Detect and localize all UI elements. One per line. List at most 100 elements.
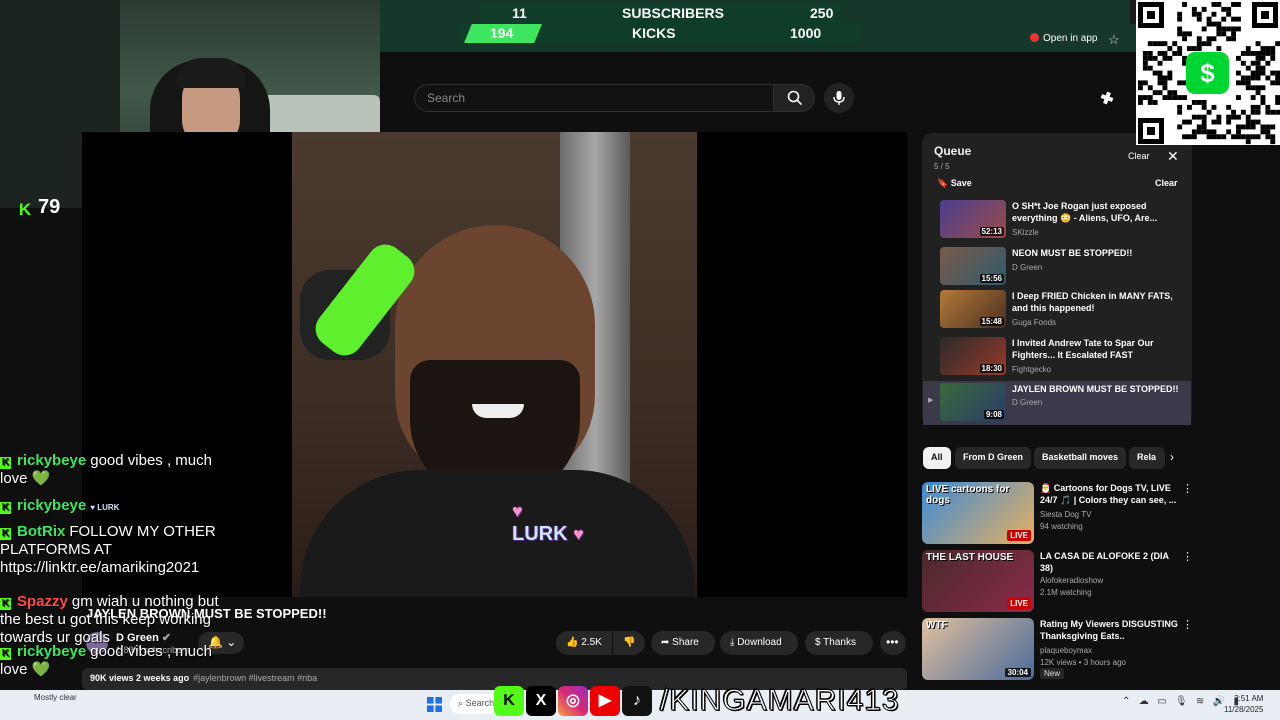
chip-from-channel[interactable]: From D Green [955, 447, 1032, 469]
qr-module [1177, 95, 1183, 100]
qr-module [1162, 80, 1168, 86]
taskbar-clock[interactable]: 2:51 AM 11/28/2025 [1224, 693, 1263, 715]
qr-module [1196, 100, 1202, 105]
queue-save-button[interactable]: 🔖 Save [937, 178, 972, 189]
qr-module [1177, 46, 1183, 51]
qr-module [1172, 41, 1178, 47]
chip-all[interactable]: All [923, 447, 951, 469]
qr-module [1260, 55, 1266, 61]
more-actions-button[interactable]: ••• [880, 631, 906, 655]
qr-module [1201, 41, 1207, 47]
qr-module [1245, 124, 1251, 130]
download-button[interactable]: ⤓ Download [720, 631, 798, 655]
qr-module [1240, 60, 1246, 66]
chevron-right-icon[interactable]: › [1170, 450, 1174, 464]
voice-search-button[interactable] [824, 83, 854, 113]
queue-item[interactable]: 52:13 O SH*t Joe Rogan just exposed every… [923, 198, 1191, 244]
bookmark-star-icon[interactable]: ☆ [1108, 32, 1120, 48]
qr-finder-top-left [1138, 2, 1164, 28]
like-button[interactable]: 👍 2.5K [556, 631, 612, 655]
queue-save-label: Save [950, 178, 972, 188]
qr-module [1240, 124, 1246, 130]
more-vertical-icon[interactable]: ⋮ [1182, 550, 1193, 563]
qr-module [1162, 41, 1168, 47]
qr-module [1270, 139, 1276, 145]
qr-module [1216, 21, 1222, 27]
qr-module [1157, 41, 1163, 47]
search-input[interactable]: Search [414, 84, 774, 112]
chat-username: rickybeye [17, 643, 87, 660]
queue-item[interactable]: 15:56 NEON MUST BE STOPPED!! D Green [923, 245, 1191, 291]
taskbar-search-label: Search [465, 698, 495, 708]
qr-module [1240, 51, 1246, 56]
qr-module [1250, 104, 1256, 110]
share-button[interactable]: ➦ Share [651, 631, 715, 655]
qr-module [1157, 70, 1163, 76]
queue-clear-top-button[interactable]: Clear [1128, 151, 1150, 161]
qr-module [1196, 46, 1202, 51]
thanks-label: Thanks [823, 637, 856, 648]
qr-module [1182, 134, 1187, 140]
qr-module [1226, 6, 1232, 12]
thanks-button[interactable]: $ Thanks [805, 631, 873, 655]
qr-module [1255, 65, 1261, 71]
microphone-icon: 🎙 [1174, 696, 1188, 707]
qr-module [1236, 95, 1241, 100]
queue-item[interactable]: 18:30 I Invited Andrew Tate to Spar Our F… [923, 335, 1191, 381]
qr-module [1231, 109, 1236, 115]
qr-module [1260, 100, 1266, 105]
qr-module [1211, 21, 1217, 27]
chat-message: Krickybeye good vibes , much love 💚 [0, 452, 240, 488]
more-horizontal-icon: ••• [886, 635, 899, 649]
bookmark-icon: 🔖 [937, 178, 949, 188]
live-badge: LIVE [1007, 530, 1031, 541]
qr-module [1275, 100, 1280, 105]
qr-module [1231, 16, 1236, 22]
open-in-app-button[interactable]: Open in app [1030, 33, 1098, 44]
search-icon: ⌕ [458, 698, 464, 708]
qr-module [1206, 129, 1212, 135]
qr-module [1221, 6, 1227, 12]
qr-module [1226, 119, 1232, 125]
qr-module [1191, 11, 1197, 17]
search-button[interactable] [773, 84, 815, 112]
qr-module [1221, 16, 1227, 22]
weather-widget[interactable]: Mostly clear [34, 693, 77, 702]
system-tray[interactable]: ⌃ ☁ ▭ 🎙 ≋ 🔊 ▮ [1122, 696, 1239, 707]
queue-item[interactable]: ▶ 9:08 JAYLEN BROWN MUST BE STOPPED!! D Gre… [923, 381, 1191, 425]
recommendation-item[interactable]: WTF 30:04 Rating My Viewers DISGUSTING Tha… [922, 618, 1193, 680]
chip-related[interactable]: Rela [1129, 447, 1165, 469]
tiktok-logo-icon: ♪ [622, 686, 652, 716]
qr-module [1182, 119, 1187, 125]
queue-thumbnail: 9:08 [940, 383, 1006, 421]
qr-module [1226, 114, 1232, 120]
windows-start-icon[interactable] [427, 697, 442, 712]
queue-thumbnail: 18:30 [940, 337, 1006, 375]
recommendation-item[interactable]: THE LAST HOUSE LIVE LA CASA DE ALOFOKE 2 (… [922, 550, 1193, 612]
queue-clear-button[interactable]: Clear [1155, 178, 1178, 188]
green-heart-icon: 💚 [27, 661, 51, 678]
like-count: 2.5K [581, 637, 602, 648]
qr-module [1260, 46, 1266, 51]
qr-module [1275, 95, 1280, 100]
kick-badge-icon: K [0, 502, 11, 514]
qr-module [1236, 124, 1241, 130]
recommendation-channel: Siesta Dog TV [1040, 510, 1092, 519]
recommendation-item[interactable]: LIVE cartoons for dogs LIVE 🎅 Cartoons for… [922, 482, 1193, 544]
qr-module [1236, 80, 1241, 86]
chip-basketball-moves[interactable]: Basketball moves [1034, 447, 1127, 469]
extensions-icon[interactable] [1097, 88, 1117, 108]
share-label: Share [672, 637, 699, 648]
kick-badge-icon: K [0, 528, 11, 540]
more-vertical-icon[interactable]: ⋮ [1182, 618, 1193, 631]
qr-module [1172, 90, 1178, 96]
more-vertical-icon[interactable]: ⋮ [1182, 482, 1193, 495]
qr-module [1196, 124, 1202, 130]
kick-viewer-count: K 79 [16, 196, 60, 220]
dislike-button[interactable]: 👎 [613, 631, 645, 655]
qr-module [1240, 134, 1246, 140]
close-icon[interactable]: ✕ [1167, 148, 1179, 165]
queue-item[interactable]: 15:48 I Deep FRIED Chicken in MANY FATS, … [923, 288, 1191, 334]
qr-module [1187, 104, 1192, 110]
qr-module [1206, 16, 1212, 22]
